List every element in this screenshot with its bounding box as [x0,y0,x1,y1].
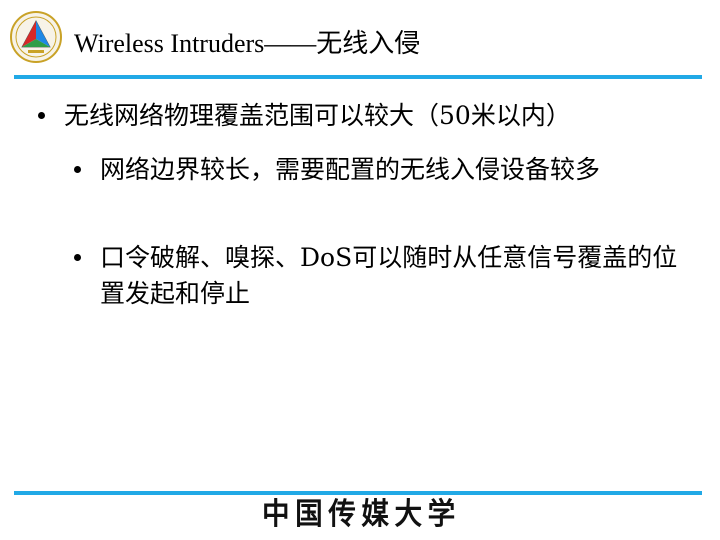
bullet-item-main: 无线网络物理覆盖范围可以较大（50米以内） [38,98,708,134]
sub-bullet-item: 口令破解、嗅探、DoS可以随时从任意信号覆盖的位置发起和停止 [74,240,704,312]
sub-bullet-item: 网络边界较长，需要配置的无线入侵设备较多 [74,152,704,188]
university-emblem-icon [10,11,62,63]
bullet-icon [74,254,81,261]
header-divider [14,75,702,79]
sub-bullet-text: 网络边界较长，需要配置的无线入侵设备较多 [100,155,601,184]
slide: Wireless Intruders——无线入侵 无线网络物理覆盖范围可以较大（… [0,0,720,540]
sub-bullet-text: 口令破解、嗅探、DoS可以随时从任意信号覆盖的位置发起和停止 [100,243,678,308]
footer-calligraphy-logo: 中国传媒大学 [262,497,461,532]
slide-title: Wireless Intruders——无线入侵 [74,29,421,58]
bullet-text: 无线网络物理覆盖范围可以较大（50米以内） [64,101,571,130]
bullet-icon [38,112,45,119]
bullet-icon [74,166,81,173]
